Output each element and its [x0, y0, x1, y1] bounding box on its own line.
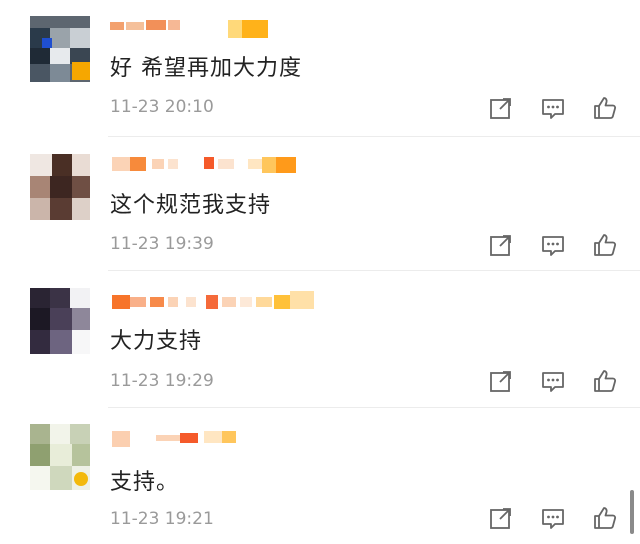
- thumbs-up-icon: [594, 97, 617, 119]
- reply-button[interactable]: [540, 232, 566, 258]
- comment-item: 大力支持 11-23 19:29: [0, 271, 640, 408]
- share-button[interactable]: [488, 505, 514, 531]
- comment-timestamp: 11-23 19:39: [110, 234, 214, 254]
- like-button[interactable]: [592, 95, 618, 121]
- avatar[interactable]: [30, 424, 90, 490]
- username[interactable]: [108, 18, 338, 42]
- like-button[interactable]: [592, 368, 618, 394]
- reply-icon: [542, 372, 564, 392]
- username[interactable]: [108, 425, 338, 449]
- reply-button[interactable]: [540, 95, 566, 121]
- avatar[interactable]: [30, 288, 90, 354]
- thumbs-up-icon: [594, 234, 617, 256]
- reply-icon: [542, 236, 564, 256]
- comment-timestamp: 11-23 20:10: [110, 97, 214, 117]
- share-icon: [490, 235, 511, 256]
- like-button[interactable]: [592, 505, 618, 531]
- comment-text: 大力支持: [110, 329, 203, 354]
- comment-actions: [488, 95, 618, 121]
- reply-button[interactable]: [540, 368, 566, 394]
- share-button[interactable]: [488, 95, 514, 121]
- reply-icon: [542, 99, 564, 119]
- comment-item: 支持。 11-23 19:21: [0, 407, 640, 544]
- avatar[interactable]: [30, 16, 90, 82]
- comment-item: 好 希望再加大力度 11-23 20:10: [0, 0, 640, 137]
- share-icon: [490, 508, 511, 529]
- share-icon: [490, 98, 511, 119]
- comment-timestamp: 11-23 19:21: [110, 509, 214, 529]
- reply-icon: [542, 509, 564, 529]
- comment-text: 支持。: [110, 470, 180, 495]
- scrollbar[interactable]: [630, 490, 634, 534]
- thumbs-up-icon: [594, 370, 617, 392]
- comment-timestamp: 11-23 19:29: [110, 371, 214, 391]
- thumbs-up-icon: [594, 507, 617, 529]
- reply-button[interactable]: [540, 505, 566, 531]
- username[interactable]: [108, 289, 338, 313]
- comment-actions: [488, 505, 618, 531]
- share-icon: [490, 371, 511, 392]
- like-button[interactable]: [592, 232, 618, 258]
- share-button[interactable]: [488, 232, 514, 258]
- avatar[interactable]: [30, 154, 90, 220]
- comment-item: 这个规范我支持 11-23 19:39: [0, 137, 640, 274]
- comment-actions: [488, 232, 618, 258]
- comment-text: 这个规范我支持: [110, 193, 272, 218]
- username[interactable]: [108, 155, 338, 179]
- comment-actions: [488, 368, 618, 394]
- share-button[interactable]: [488, 368, 514, 394]
- comment-text: 好 希望再加大力度: [110, 56, 302, 81]
